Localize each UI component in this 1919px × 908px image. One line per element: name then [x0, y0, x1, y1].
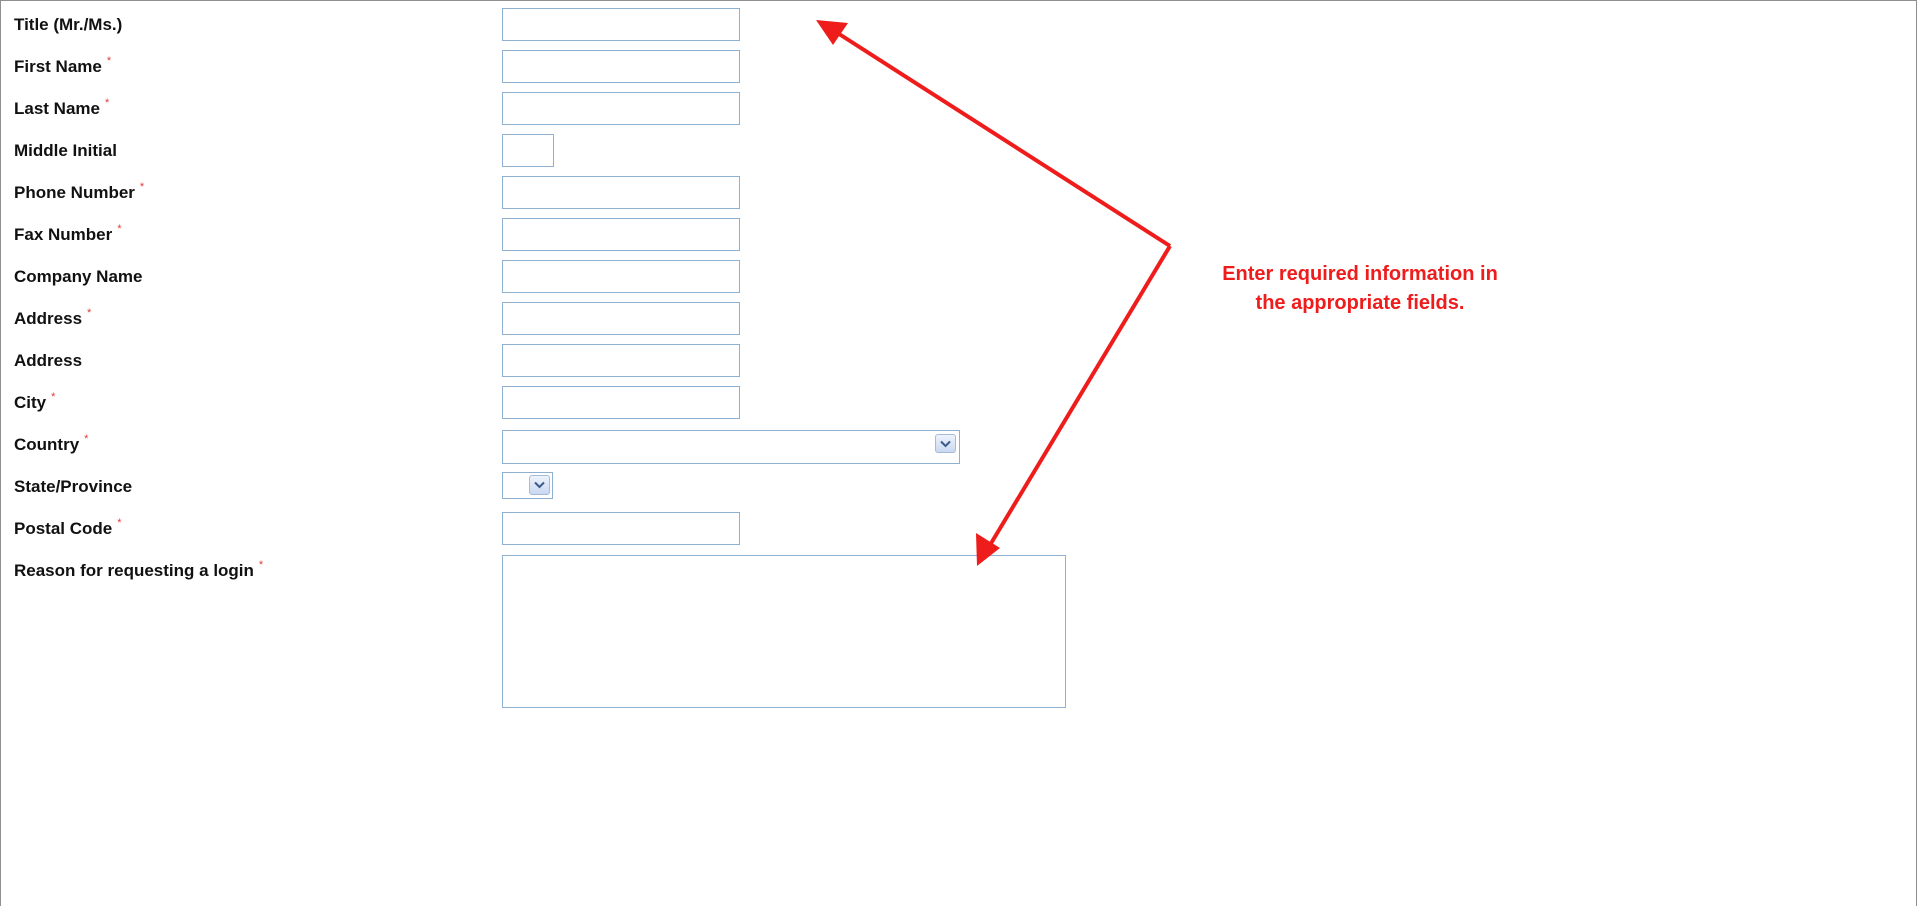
annotation-line-2: the appropriate fields. [1255, 292, 1465, 314]
annotation-line-1: Enter required information in [1222, 263, 1498, 285]
arrow-to-top-field [816, 20, 1172, 248]
annotation-note: Enter required information in the approp… [1140, 260, 1580, 318]
arrowhead-up-icon [816, 20, 848, 45]
annotation-arrows [816, 20, 1172, 566]
